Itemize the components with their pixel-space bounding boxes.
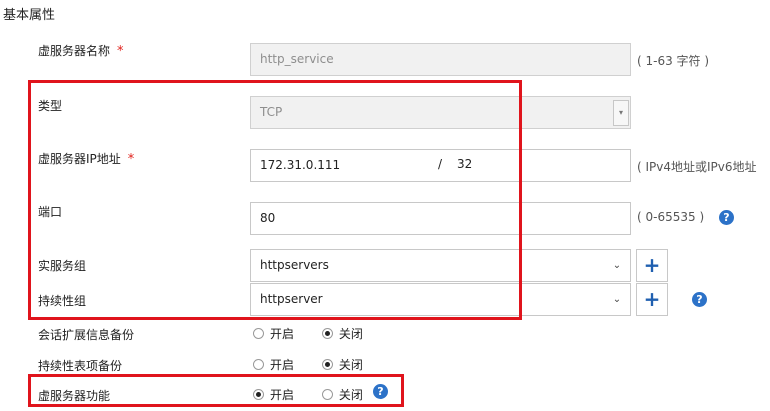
add-real-group-button[interactable]: +	[636, 249, 668, 282]
vs-name-label: 虚服务器名称 *	[38, 42, 124, 59]
vs-ip-hint: ( IPv4地址或IPv6地址	[637, 160, 757, 174]
highlight-box-main	[28, 80, 522, 320]
vs-name-input[interactable]: http_service	[250, 43, 631, 76]
required-mark: *	[117, 44, 124, 59]
session-backup-label: 会话扩展信息备份	[38, 328, 135, 342]
persist-backup-radio-group: 开启 关闭	[253, 356, 363, 373]
persist-backup-off-radio[interactable]	[321, 359, 333, 370]
add-persist-group-button[interactable]: +	[636, 283, 668, 316]
vs-name-hint: ( 1-63 字符 )	[637, 54, 710, 68]
persist-backup-label: 持续性表项备份	[38, 359, 123, 373]
session-backup-on-label: 开启	[270, 327, 295, 341]
session-backup-off-label: 关闭	[338, 327, 363, 341]
persist-backup-on-radio[interactable]	[253, 359, 264, 370]
vs-name-value: http_service	[260, 52, 334, 66]
persist-group-help-icon[interactable]: ?	[692, 292, 707, 307]
persist-backup-on-label: 开启	[270, 358, 295, 372]
session-backup-on-radio[interactable]	[253, 328, 264, 339]
session-backup-radio-group: 开启 关闭	[253, 325, 363, 342]
port-help-icon[interactable]: ?	[719, 210, 734, 225]
port-hint: ( 0-65535 )	[637, 210, 705, 224]
highlight-box-vs-function	[28, 374, 404, 407]
type-dropdown-arrow-icon[interactable]: ▾	[613, 100, 629, 126]
persist-backup-off-label: 关闭	[338, 358, 363, 372]
vs-name-label-text: 虚服务器名称	[38, 44, 111, 58]
persist-group-chevron-down-icon[interactable]: ⌄	[607, 283, 627, 316]
session-backup-off-radio[interactable]	[321, 328, 333, 339]
section-title: 基本属性	[3, 8, 56, 23]
real-group-chevron-down-icon[interactable]: ⌄	[607, 249, 627, 282]
